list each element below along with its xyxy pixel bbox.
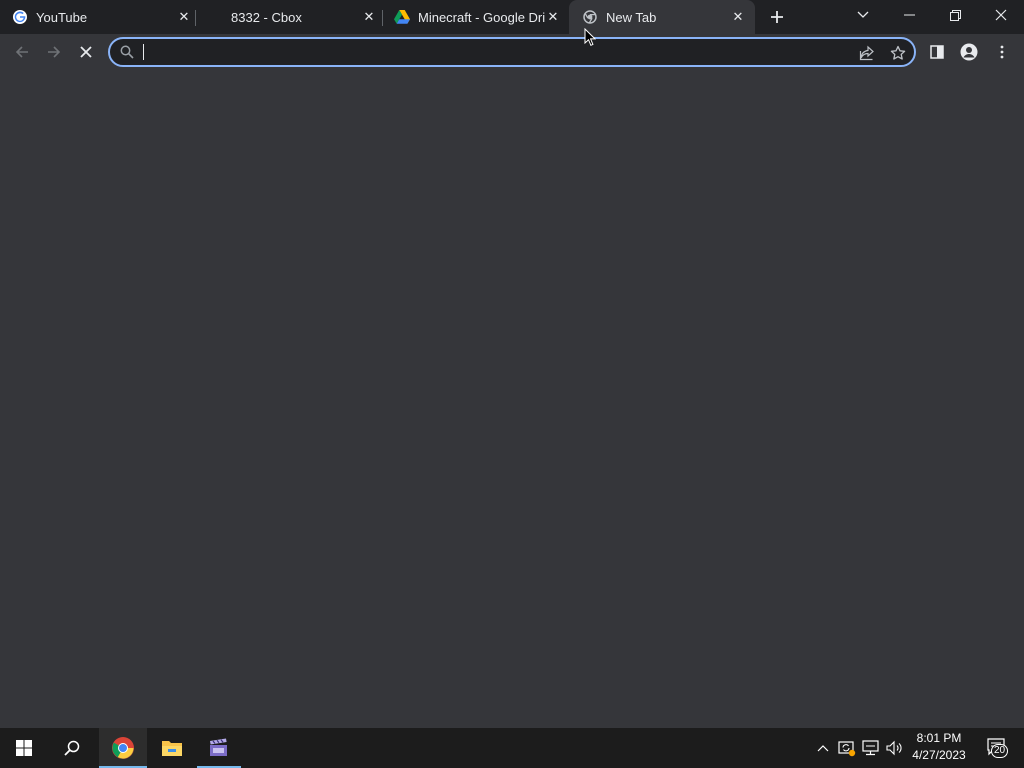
tab-title: 8332 - Cbox bbox=[231, 9, 302, 25]
google-g-icon bbox=[12, 9, 28, 25]
kebab-menu-icon bbox=[1000, 45, 1004, 59]
tab-separator bbox=[195, 10, 196, 26]
clock-time: 8:01 PM bbox=[916, 731, 962, 745]
start-button[interactable] bbox=[0, 728, 48, 768]
taskbar-clock[interactable]: 8:01 PM 4/27/2023 bbox=[906, 730, 972, 766]
chrome-icon bbox=[582, 9, 598, 25]
search-icon bbox=[64, 740, 80, 756]
avatar-icon bbox=[960, 43, 978, 61]
close-icon bbox=[995, 9, 1007, 21]
tab-close-icon[interactable]: ✕ bbox=[730, 9, 746, 25]
minimize-button[interactable] bbox=[886, 0, 932, 30]
tab-close-icon[interactable]: ✕ bbox=[545, 9, 561, 25]
plus-icon bbox=[771, 11, 783, 23]
forward-button[interactable] bbox=[40, 38, 68, 66]
notification-count-badge: 20 bbox=[991, 744, 1009, 758]
close-window-button[interactable] bbox=[978, 0, 1024, 30]
chrome-icon bbox=[112, 737, 134, 759]
folder-icon bbox=[162, 741, 182, 756]
text-caret bbox=[143, 44, 144, 60]
action-center-button[interactable]: 20 bbox=[982, 738, 1012, 758]
tab-google-drive[interactable]: Minecraft - Google Dri ✕ bbox=[394, 0, 561, 34]
search-icon bbox=[120, 45, 134, 64]
network-icon[interactable] bbox=[862, 739, 880, 757]
update-tray-icon[interactable] bbox=[838, 739, 856, 757]
windows-logo-icon bbox=[16, 740, 32, 756]
tab-title: Minecraft - Google Dri bbox=[418, 9, 545, 25]
taskbar-file-explorer[interactable] bbox=[148, 728, 196, 768]
arrow-right-icon bbox=[48, 46, 61, 58]
tab-youtube[interactable]: YouTube ✕ bbox=[12, 0, 192, 34]
tab-strip: YouTube ✕ 8332 - Cbox ✕ Minecraft - Goog… bbox=[0, 0, 1024, 34]
browser-toolbar bbox=[0, 34, 1024, 70]
chevron-down-icon bbox=[857, 11, 869, 18]
profile-button[interactable] bbox=[955, 38, 983, 66]
chevron-up-icon[interactable] bbox=[814, 739, 832, 757]
address-input[interactable] bbox=[142, 43, 842, 61]
restore-icon bbox=[949, 9, 961, 21]
tab-title: YouTube bbox=[36, 9, 88, 25]
tab-close-icon[interactable]: ✕ bbox=[361, 9, 377, 25]
windows-taskbar: 8:01 PM 4/27/2023 20 bbox=[0, 728, 1024, 768]
mouse-pointer-icon bbox=[584, 27, 597, 52]
taskbar-chrome[interactable] bbox=[99, 728, 147, 768]
tab-search-button[interactable] bbox=[840, 0, 886, 30]
back-button[interactable] bbox=[8, 38, 36, 66]
restore-button[interactable] bbox=[932, 0, 978, 30]
clock-date: 4/27/2023 bbox=[912, 748, 966, 762]
tab-cbox[interactable]: 8332 - Cbox ✕ bbox=[207, 0, 377, 34]
stop-loading-button[interactable] bbox=[72, 38, 100, 66]
film-clapper-icon bbox=[210, 738, 227, 756]
google-drive-icon bbox=[394, 9, 410, 25]
bookmark-star-icon[interactable] bbox=[889, 44, 907, 62]
minimize-icon bbox=[903, 14, 915, 16]
tab-separator bbox=[382, 10, 383, 26]
address-bar[interactable] bbox=[108, 37, 916, 67]
side-panel-button[interactable] bbox=[923, 38, 951, 66]
new-tab-button[interactable] bbox=[766, 6, 788, 28]
tab-title: New Tab bbox=[606, 9, 657, 25]
search-button[interactable] bbox=[48, 728, 96, 768]
volume-icon[interactable] bbox=[886, 739, 904, 757]
arrow-left-icon bbox=[15, 46, 28, 58]
tab-new-tab[interactable]: New Tab ✕ bbox=[569, 0, 755, 34]
share-icon[interactable] bbox=[858, 44, 876, 62]
tab-close-icon[interactable]: ✕ bbox=[176, 9, 192, 25]
menu-button[interactable] bbox=[988, 38, 1016, 66]
close-icon bbox=[80, 46, 92, 58]
page-content bbox=[0, 70, 1024, 728]
taskbar-video-app[interactable] bbox=[197, 728, 241, 768]
side-panel-icon bbox=[930, 45, 944, 59]
